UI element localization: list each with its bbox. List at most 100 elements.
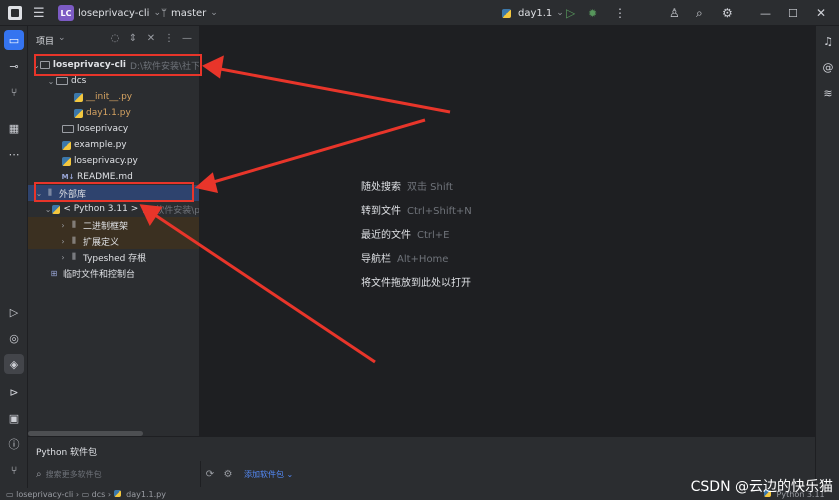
more-actions-button[interactable]: ⋮ — [614, 0, 626, 26]
watermark-text: CSDN @云边的快乐猫 — [690, 479, 833, 495]
commit-tool-button[interactable]: ⊸ — [4, 56, 24, 76]
tree-label: day1.1.py — [86, 108, 131, 118]
python-packages-tool-button[interactable]: ◈ — [4, 354, 24, 374]
python-file-icon — [113, 489, 121, 497]
tree-label: dcs — [71, 76, 87, 86]
project-tool-button[interactable]: ▭ — [4, 30, 24, 50]
services-icon: ⊳ — [9, 385, 19, 399]
folder-icon: ▭ — [81, 489, 90, 499]
tree-row-extended-definitions[interactable]: › ⫼ 扩展定义 — [28, 233, 199, 249]
debug-button[interactable]: ✹ — [588, 0, 597, 26]
settings-button[interactable]: ⚙ — [722, 0, 733, 26]
annotation-box-project-root — [34, 54, 202, 76]
bell-icon: ♫ — [823, 34, 833, 48]
python-file-icon — [74, 108, 83, 118]
tree-row-typeshed[interactable]: › ⫼ Typeshed 存根 — [28, 249, 199, 265]
collapse-all-icon[interactable]: ✕ — [144, 32, 158, 46]
pull-requests-tool-button[interactable]: ⑂ — [4, 82, 24, 102]
more-horizontal-icon: ⋯ — [8, 147, 20, 161]
package-icon — [56, 77, 68, 85]
tip-label: 最近的文件 — [361, 230, 411, 241]
annotation-box-external-libraries — [34, 182, 194, 202]
package-search-field[interactable]: ⌕ — [32, 465, 200, 483]
more-tools-button[interactable]: ⋯ — [4, 144, 24, 164]
terminal-tool-button[interactable]: ▣ — [4, 408, 24, 428]
search-icon: ⌕ — [696, 5, 703, 20]
chevron-right-icon: › — [107, 489, 114, 499]
python-file-icon — [62, 140, 71, 150]
minimize-button[interactable]: — — [760, 0, 771, 26]
add-user-button[interactable]: ♙ — [669, 0, 680, 26]
chevron-down-icon[interactable]: ⌄ — [44, 205, 53, 214]
tree-label: loseprivacy — [77, 124, 129, 134]
python-console-button[interactable]: ◎ — [4, 328, 24, 348]
services-tool-button[interactable]: ⊳ — [4, 382, 24, 402]
breadcrumb-item[interactable]: dcs — [92, 490, 106, 499]
main-menu-button[interactable]: ☰ — [33, 0, 45, 26]
tree-row-day1[interactable]: day1.1.py — [28, 105, 199, 121]
breadcrumb-item[interactable]: loseprivacy-cli — [16, 490, 73, 499]
ai-assistant-button[interactable]: @ — [819, 58, 837, 76]
divider — [200, 461, 201, 487]
python-file-icon — [74, 92, 83, 102]
problems-tool-button[interactable]: ⓘ — [4, 434, 24, 454]
tip-label: 随处搜索 — [361, 182, 401, 193]
search-button[interactable]: ⌕ — [696, 0, 703, 26]
tree-row-example[interactable]: example.py — [28, 137, 199, 153]
folder-icon — [62, 125, 74, 133]
version-control-tool-button[interactable]: ⑂ — [4, 460, 24, 480]
app-logo-icon[interactable] — [8, 0, 22, 26]
commit-icon: ⊸ — [9, 59, 19, 73]
library-icon: ⫼ — [72, 220, 76, 229]
left-tool-bar: ▭ ⊸ ⑂ ▦ ⋯ ▷ ◎ ◈ ⊳ ▣ ⓘ ⑂ — [0, 26, 28, 488]
chevron-right-icon[interactable]: › — [58, 237, 68, 246]
more-vertical-icon[interactable]: ⋮ — [162, 32, 176, 46]
folder-icon: ▭ — [6, 489, 14, 499]
tree-row-scratches[interactable]: ⊞ 临时文件和控制台 — [28, 265, 199, 281]
tree-row-loseprivacy-folder[interactable]: loseprivacy — [28, 121, 199, 137]
library-icon: ⫼ — [72, 236, 76, 245]
problems-icon: ⓘ — [8, 438, 20, 451]
gear-icon[interactable]: ⚙ — [222, 469, 234, 481]
editor-tip: 导航栏 Alt+Home — [361, 250, 448, 265]
branch-switcher[interactable]: ᛘ master ⌄ — [161, 0, 218, 26]
tree-label: __init__.py — [86, 92, 133, 102]
chevron-down-icon: ⌄ — [286, 470, 294, 479]
close-icon: ✕ — [816, 6, 827, 20]
package-search-input[interactable] — [45, 469, 186, 479]
chevron-down-icon[interactable]: ⌄ — [46, 77, 56, 86]
chevron-right-icon[interactable]: › — [58, 253, 68, 262]
chevron-right-icon[interactable]: › — [58, 221, 68, 230]
database-button[interactable]: ≋ — [819, 84, 837, 102]
tree-label: 二进制框架 — [83, 221, 129, 232]
tree-label: Typeshed 存根 — [83, 253, 147, 264]
refresh-icon[interactable]: ⟳ — [204, 469, 216, 481]
tree-row-binary-skeletons[interactable]: › ⫼ 二进制框架 — [28, 217, 199, 233]
tree-row-python-sdk[interactable]: ⌄ < Python 3.11 > D:\软件安装\p — [28, 201, 199, 217]
tree-row-loseprivacy-py[interactable]: loseprivacy.py — [28, 153, 199, 169]
locate-file-icon[interactable]: ◌ — [108, 32, 122, 46]
run-config-name: day1.1 — [518, 7, 553, 19]
add-package-button[interactable]: 添加软件包 ⌄ — [244, 469, 293, 480]
notifications-button[interactable]: ♫ — [819, 32, 837, 50]
library-icon: ⫼ — [72, 252, 76, 261]
python-icon — [502, 8, 511, 18]
breadcrumb-item[interactable]: day1.1.py — [126, 490, 166, 499]
chevron-down-icon[interactable]: ⌄ — [58, 33, 66, 43]
markdown-file-icon: M↓ — [61, 173, 75, 181]
project-badge: LC — [58, 5, 74, 21]
editor-tip: 将文件拖放到此处以打开 — [361, 274, 471, 289]
run-config-selector[interactable]: day1.1 ⌄ — [502, 0, 564, 26]
run-button[interactable]: ▷ — [566, 0, 575, 26]
expand-all-icon[interactable]: ⇕ — [126, 32, 140, 46]
run-tool-button[interactable]: ▷ — [4, 302, 24, 322]
maximize-button[interactable]: ☐ — [788, 0, 798, 26]
project-switcher[interactable]: LC loseprivacy-cli ⌄ — [58, 0, 161, 26]
maximize-icon: ☐ — [788, 6, 798, 20]
tree-row-init[interactable]: __init__.py — [28, 89, 199, 105]
add-user-icon: ♙ — [669, 6, 680, 20]
hide-panel-icon[interactable]: — — [180, 32, 194, 46]
tree-label: 临时文件和控制台 — [63, 269, 136, 280]
structure-tool-button[interactable]: ▦ — [4, 118, 24, 138]
close-button[interactable]: ✕ — [816, 0, 826, 26]
